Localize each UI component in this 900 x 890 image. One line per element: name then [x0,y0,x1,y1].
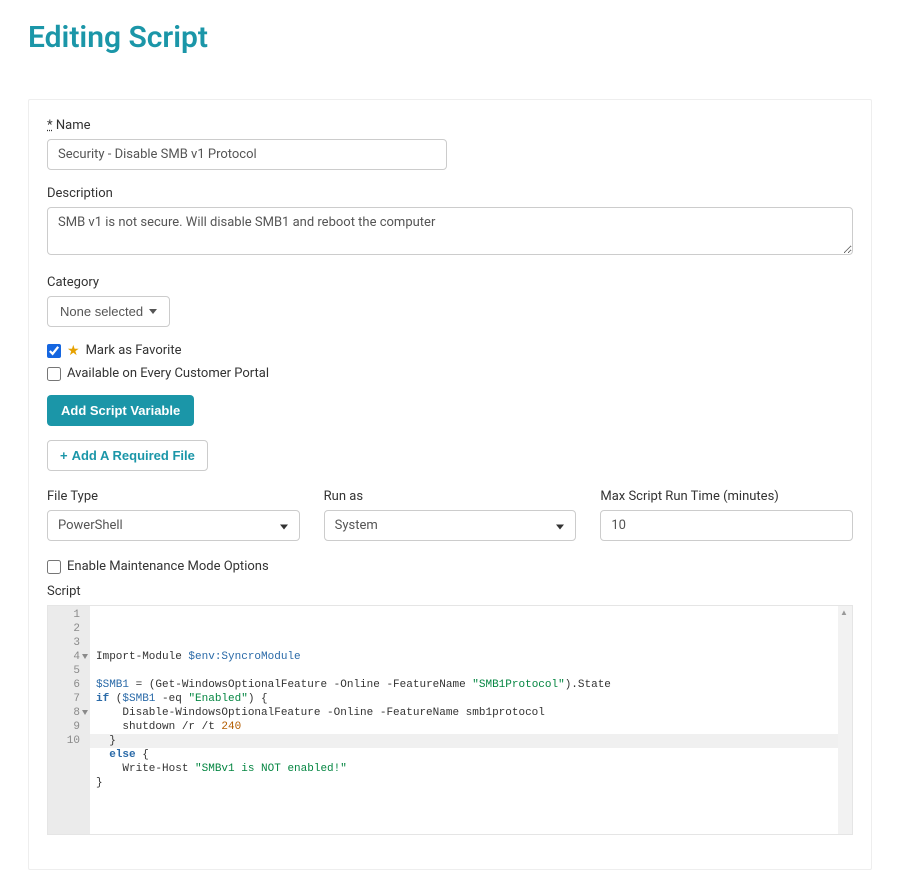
name-input[interactable] [47,139,447,170]
maintenance-label[interactable]: Enable Maintenance Mode Options [67,559,269,574]
category-dropdown[interactable]: None selected [47,296,170,327]
plus-icon: + [60,448,68,463]
runas-select[interactable]: System [324,510,577,541]
description-textarea[interactable]: SMB v1 is not secure. Will disable SMB1 … [47,207,853,255]
runas-label: Run as [324,489,577,504]
add-script-variable-button[interactable]: Add Script Variable [47,395,194,426]
portal-checkbox[interactable] [47,367,61,381]
maxtime-label: Max Script Run Time (minutes) [600,489,853,504]
maintenance-checkbox[interactable] [47,560,61,574]
maxtime-input[interactable] [600,510,853,541]
form-panel: * Name Description SMB v1 is not secure.… [28,99,872,870]
page-title: Editing Script [28,20,872,55]
add-required-file-button[interactable]: + Add A Required File [47,440,208,471]
editor-code-area[interactable]: Import-Module $env:SyncroModule $SMB1 = … [90,606,838,834]
category-label: Category [47,275,853,290]
caret-down-icon [149,309,157,314]
editor-scrollbar[interactable] [838,606,852,834]
name-label: * Name [47,118,853,133]
favorite-label[interactable]: Mark as Favorite [86,343,182,358]
description-label: Description [47,186,853,201]
filetype-label: File Type [47,489,300,504]
script-label: Script [47,584,853,599]
script-editor[interactable]: 12345678910 Import-Module $env:SyncroMod… [47,605,853,835]
star-icon: ★ [67,344,80,358]
filetype-select[interactable]: PowerShell [47,510,300,541]
favorite-checkbox[interactable] [47,344,61,358]
editor-gutter: 12345678910 [48,606,90,834]
portal-label[interactable]: Available on Every Customer Portal [67,366,269,381]
